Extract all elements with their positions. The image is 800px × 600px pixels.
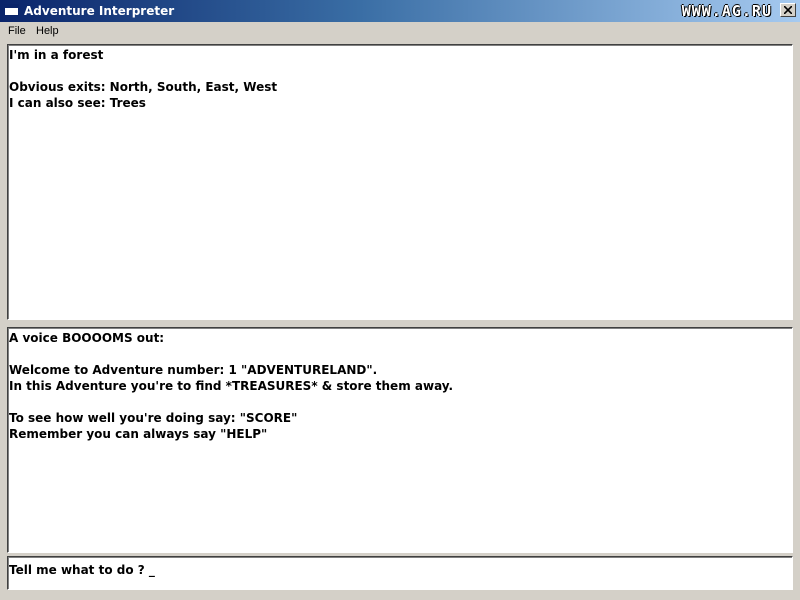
title-bar[interactable]: Adventure Interpreter WWW.AG.RU — [0, 0, 800, 22]
room-description-text: I'm in a forest Obvious exits: North, So… — [9, 47, 790, 111]
message-log-pane[interactable]: A voice BOOOOMS out: Welcome to Adventur… — [7, 327, 793, 553]
message-line: Welcome to Adventure number: 1 "ADVENTUR… — [9, 363, 378, 377]
room-line: I'm in a forest — [9, 48, 104, 62]
watermark-logo: WWW.AG.RU — [681, 2, 772, 20]
command-input-pane[interactable]: Tell me what to do ? _ — [7, 556, 793, 590]
command-prompt: Tell me what to do ? — [9, 563, 149, 577]
window-icon[interactable] — [4, 4, 19, 16]
menu-help[interactable]: Help — [33, 24, 62, 39]
message-line — [9, 394, 790, 410]
room-line: I can also see: Trees — [9, 96, 146, 110]
close-button[interactable] — [780, 3, 796, 17]
message-line: Remember you can always say "HELP" — [9, 427, 268, 441]
message-line: A voice BOOOOMS out: — [9, 331, 165, 345]
menu-file[interactable]: File — [5, 24, 29, 39]
room-description-pane[interactable]: I'm in a forest Obvious exits: North, So… — [7, 44, 793, 320]
message-line: To see how well you're doing say: "SCORE… — [9, 411, 298, 425]
message-line — [9, 346, 790, 362]
command-input[interactable]: Tell me what to do ? _ — [9, 559, 790, 577]
text-cursor: _ — [148, 563, 155, 577]
main-window: Adventure Interpreter WWW.AG.RU File Hel… — [0, 0, 800, 600]
menu-bar: File Help — [0, 22, 800, 41]
close-icon — [784, 6, 792, 14]
message-line: In this Adventure you're to find *TREASU… — [9, 379, 454, 393]
room-line — [9, 63, 790, 79]
room-line: Obvious exits: North, South, East, West — [9, 80, 278, 94]
message-log-text: A voice BOOOOMS out: Welcome to Adventur… — [9, 330, 790, 442]
window-title: Adventure Interpreter — [24, 4, 175, 18]
